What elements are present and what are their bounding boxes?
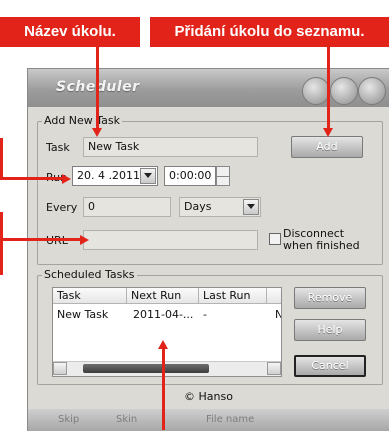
callout-task-name: Název úkolu. <box>0 17 140 47</box>
file-name-text: File name <box>206 414 255 425</box>
bottom-list-arrow <box>158 340 168 349</box>
row-next-run: 2011-04-... <box>133 308 194 321</box>
callout-task-arrow <box>92 128 102 137</box>
callout-add-task: Přidání úkolu do seznamu. <box>150 17 389 47</box>
every-input[interactable]: 0 <box>83 197 171 217</box>
skin-link[interactable]: Skin <box>116 414 137 425</box>
scheduled-tasks-legend: Scheduled Tasks <box>42 268 137 281</box>
callout-task-line <box>96 47 99 130</box>
minimize-icon[interactable] <box>302 77 330 105</box>
add-new-task-legend: Add New Task <box>42 114 123 127</box>
run-date-value: 20. 4 .2011 <box>77 169 140 182</box>
add-button[interactable]: Add <box>291 136 363 158</box>
column-header-last-run[interactable]: Last Run <box>199 288 267 304</box>
close-icon[interactable] <box>358 77 386 105</box>
scroll-left-icon[interactable] <box>53 362 67 375</box>
left-url-arrow <box>80 235 89 245</box>
table-row[interactable]: New Task 2011-04-... - N <box>53 307 281 323</box>
scrollbar-thumb[interactable] <box>83 364 209 373</box>
left-run-arrow <box>62 174 71 184</box>
column-header-next-run[interactable]: Next Run <box>127 288 199 304</box>
horizontal-scrollbar[interactable] <box>53 361 281 376</box>
disconnect-checkbox[interactable] <box>269 233 281 245</box>
every-label: Every <box>46 201 78 214</box>
left-url-line-h <box>0 238 80 241</box>
date-dropdown-icon[interactable] <box>140 168 156 184</box>
unit-dropdown-icon[interactable] <box>243 199 259 215</box>
time-spinner[interactable] <box>216 166 230 186</box>
callout-add-line <box>327 47 330 130</box>
left-run-line-v <box>0 138 3 180</box>
url-input[interactable] <box>83 230 258 250</box>
task-name-input[interactable]: New Task <box>83 137 258 157</box>
title-bar[interactable]: Scheduler <box>28 69 389 107</box>
row-last-run: - <box>203 308 207 321</box>
bottom-bar: Skip Skin File name <box>28 409 389 431</box>
scheduler-window: Scheduler Add New Task Task New Task Run… <box>27 68 389 431</box>
scroll-right-icon[interactable] <box>267 362 281 375</box>
run-date-picker[interactable]: 20. 4 .2011 <box>72 166 158 186</box>
scheduled-tasks-list[interactable]: Task Next Run Last Run New Task 2011-04-… <box>52 287 282 377</box>
disconnect-label: Disconnect when finished <box>283 227 360 252</box>
run-time-input[interactable]: 0:00:00 <box>164 166 216 186</box>
left-url-line-v <box>0 212 3 275</box>
cancel-button[interactable]: Cancel <box>294 355 366 377</box>
bottom-list-line <box>162 348 165 430</box>
column-header-extra[interactable] <box>267 288 281 304</box>
interval-unit-select[interactable]: Days <box>179 197 261 217</box>
left-run-line-h <box>0 177 62 180</box>
maximize-icon[interactable] <box>330 77 358 105</box>
task-label: Task <box>46 141 70 154</box>
row-task: New Task <box>57 308 109 321</box>
row-extra: N <box>275 308 281 321</box>
help-button[interactable]: Help <box>294 319 366 341</box>
skip-link[interactable]: Skip <box>58 414 79 425</box>
copyright-text: © Hanso <box>184 390 233 403</box>
column-header-task[interactable]: Task <box>53 288 127 304</box>
remove-button[interactable]: Remove <box>294 287 366 309</box>
interval-unit-value: Days <box>184 200 212 213</box>
callout-add-arrow <box>323 128 333 137</box>
